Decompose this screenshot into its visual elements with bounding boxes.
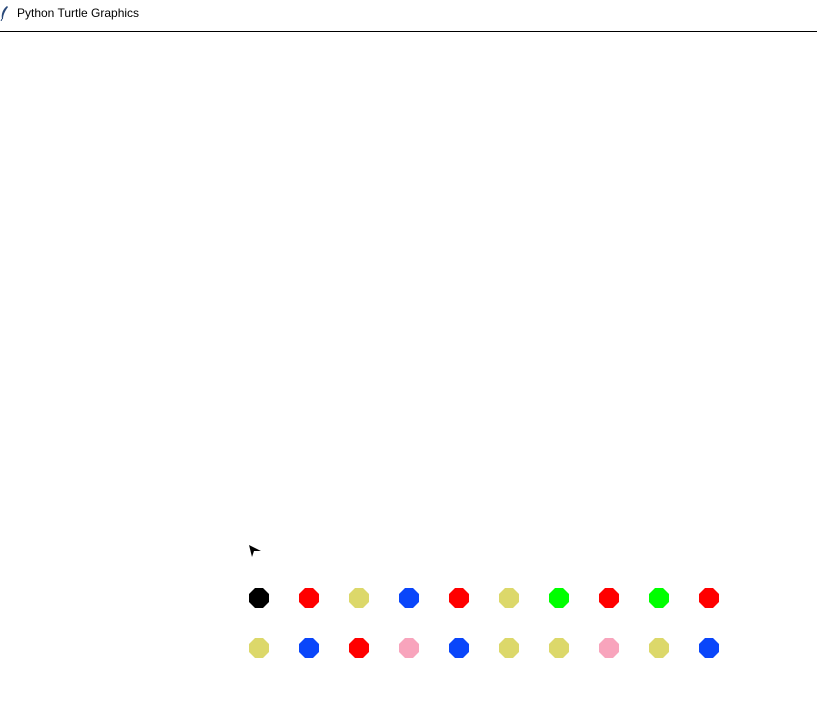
dot (549, 588, 569, 608)
dot (599, 638, 619, 658)
dot (299, 588, 319, 608)
turtle-window: Python Turtle Graphics (0, 0, 817, 704)
dot (399, 588, 419, 608)
title-bar[interactable]: Python Turtle Graphics (0, 0, 817, 32)
dot (649, 588, 669, 608)
feather-icon (0, 5, 10, 22)
dot (549, 638, 569, 658)
dot (449, 638, 469, 658)
turtle-arrow-icon (248, 544, 262, 558)
dot (249, 638, 269, 658)
dot (699, 588, 719, 608)
dot (299, 638, 319, 658)
turtle-canvas[interactable] (0, 32, 817, 704)
dot (499, 588, 519, 608)
dot (499, 638, 519, 658)
dot (449, 588, 469, 608)
dot (249, 588, 269, 608)
window-title: Python Turtle Graphics (17, 6, 140, 20)
dot (349, 638, 369, 658)
dot (399, 638, 419, 658)
dot (699, 638, 719, 658)
dot (649, 638, 669, 658)
dot (599, 588, 619, 608)
dot (349, 588, 369, 608)
